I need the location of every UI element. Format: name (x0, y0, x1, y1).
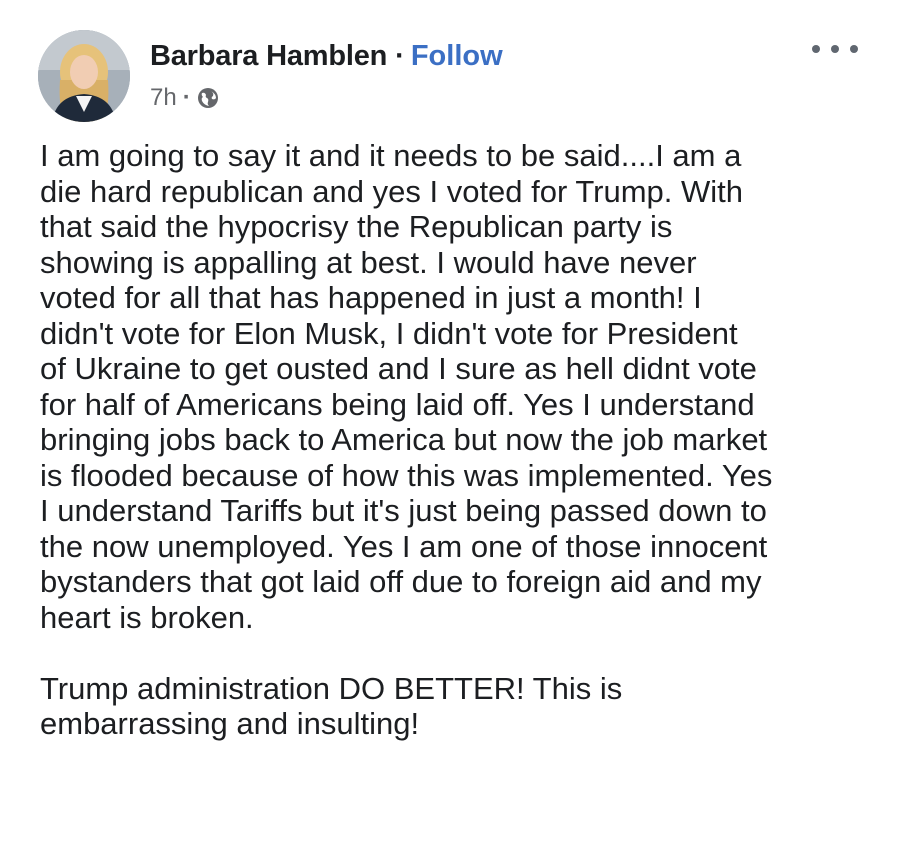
post-text-line: die hard republican and yes I voted for … (40, 173, 744, 209)
post-text-line: I understand Tariffs but it's just being… (40, 493, 767, 528)
header-separator: · (395, 39, 405, 72)
paragraph-break (40, 635, 900, 671)
post-text-line: is flooded because of how this was imple… (40, 457, 773, 493)
post-text: I am going to say it and it needs to be … (40, 138, 900, 742)
post-text-line: the now unemployed. Yes I am one of thos… (40, 528, 768, 564)
post-text-line: that said the hypocrisy the Republican p… (40, 209, 673, 244)
avatar-image (38, 30, 130, 122)
post-text-line: didn't vote for Elon Musk, I didn't vote… (40, 315, 738, 351)
post-text-line: Trump administration DO BETTER! This is (40, 670, 623, 706)
post-text-line: for half of Americans being laid off. Ye… (40, 386, 755, 422)
facebook-post: Barbara Hamblen · Follow 7h · I am going… (0, 0, 916, 854)
more-options-icon[interactable] (812, 36, 858, 62)
post-text-line: embarrassing and insulting! (40, 706, 420, 741)
follow-button[interactable]: Follow (411, 40, 503, 73)
post-text-line: heart is broken. (40, 599, 254, 635)
post-text-line: bystanders that got laid off due to fore… (40, 564, 762, 599)
post-text-line: I am going to say it and it needs to be … (40, 138, 742, 173)
post-header: Barbara Hamblen · Follow (150, 36, 503, 76)
author-name[interactable]: Barbara Hamblen (150, 40, 387, 73)
post-text-line: bringing jobs back to America but now th… (40, 422, 768, 457)
author-avatar[interactable] (38, 30, 130, 122)
post-text-line: voted for all that has happened in just … (40, 280, 702, 315)
globe-icon[interactable] (197, 87, 219, 109)
post-timestamp[interactable]: 7h (150, 84, 177, 112)
post-meta: 7h · (150, 83, 219, 113)
post-text-line: of Ukraine to get ousted and I sure as h… (40, 351, 757, 386)
meta-separator: · (182, 84, 191, 111)
post-text-line: showing is appalling at best. I would ha… (40, 244, 697, 280)
